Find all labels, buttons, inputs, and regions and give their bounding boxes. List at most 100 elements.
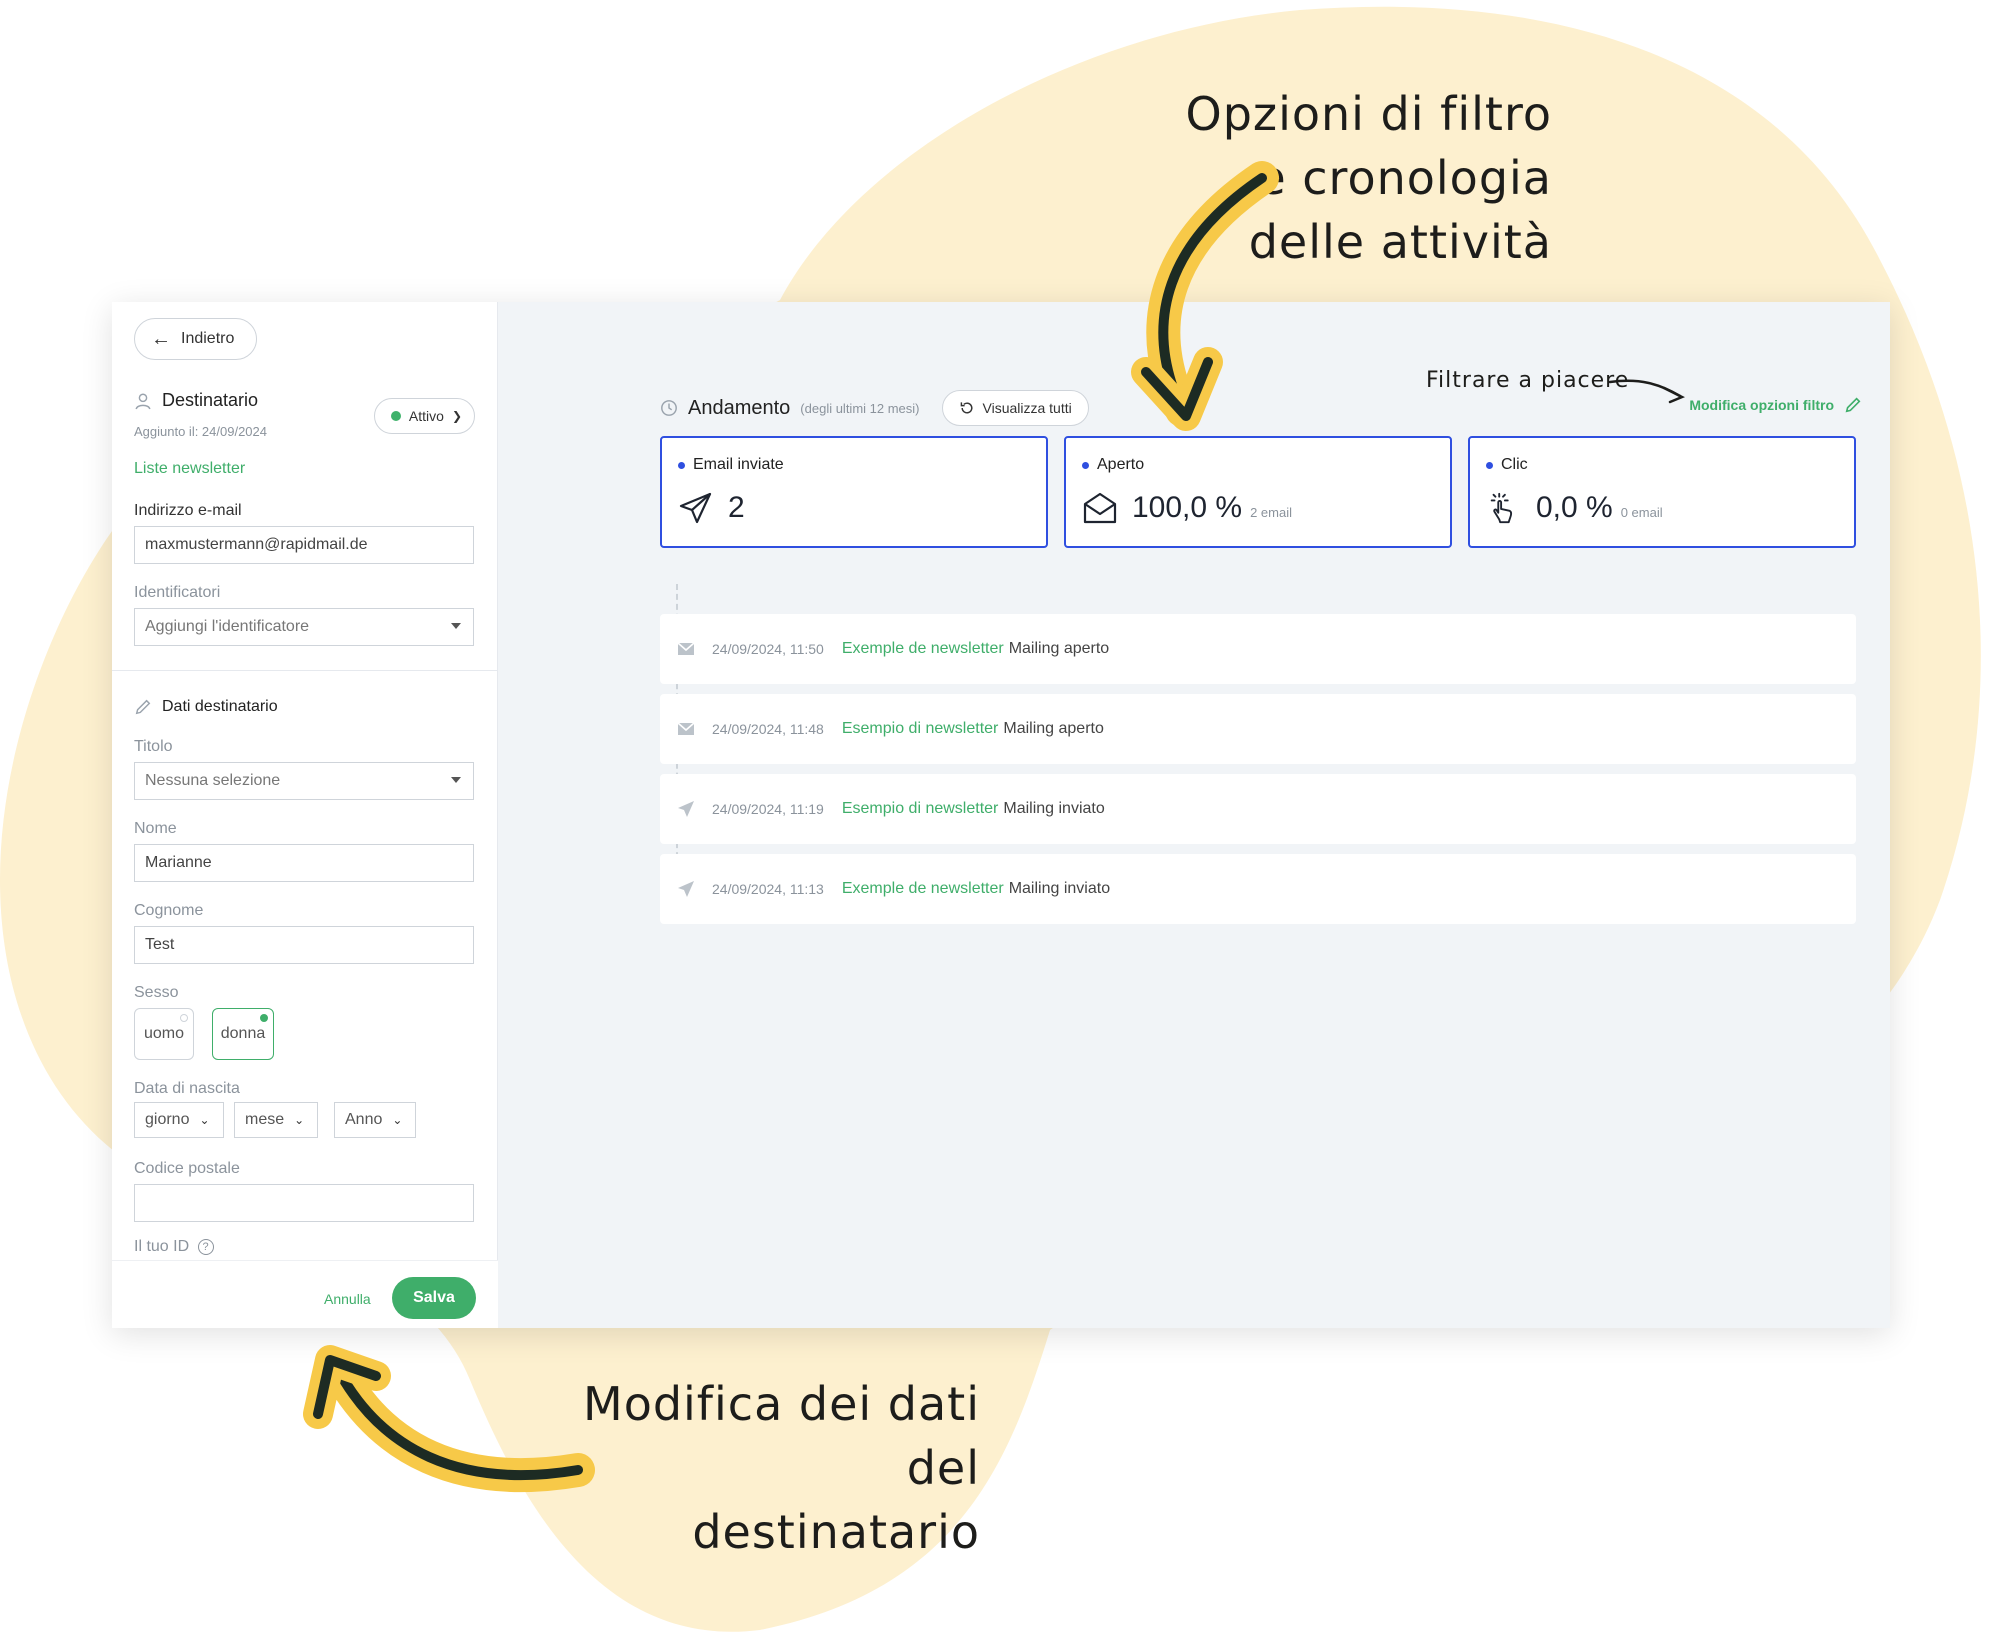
- gender-option-label: uomo: [143, 1025, 185, 1042]
- recipient-data-title: Dati destinatario: [134, 698, 278, 716]
- stat-body: 2: [678, 490, 753, 526]
- last-name-label: Cognome: [134, 902, 204, 919]
- birth-day-value: giorno: [145, 1111, 190, 1128]
- newsletter-link[interactable]: Exemple de newsletter: [842, 640, 1004, 658]
- activity-action: Mailing inviato: [1008, 880, 1111, 897]
- recipient-data-title-text: Dati destinatario: [162, 698, 278, 715]
- activity-action: Mailing inviato: [1003, 800, 1105, 817]
- activity-action: Mailing aperto: [1003, 720, 1104, 737]
- performance-header: Andamento (degli ultimi 12 mesi) Visuali…: [660, 390, 1089, 426]
- first-name-field[interactable]: Marianne: [134, 844, 474, 882]
- status-label: Attivo: [408, 408, 444, 424]
- edit-annotation-line: destinatario: [692, 1505, 980, 1559]
- stat-label: Aperto: [1082, 456, 1144, 474]
- birth-month-select[interactable]: mese ⌄: [234, 1102, 318, 1138]
- caret-down-icon: [451, 623, 461, 629]
- newsletter-link[interactable]: Exemple de newsletter: [842, 880, 1004, 898]
- envelope-icon: [676, 639, 696, 659]
- newsletter-lists-link[interactable]: Liste newsletter: [134, 460, 245, 478]
- identifiers-select[interactable]: Aggiungi l'identificatore: [134, 608, 474, 646]
- stat-card-opened: Aperto 100,0 % 2 email: [1064, 436, 1452, 548]
- help-icon[interactable]: ?: [197, 1238, 214, 1255]
- paper-plane-icon: [678, 490, 714, 526]
- stat-extra: 0 email: [1620, 504, 1663, 520]
- stat-extra: 2 email: [1250, 504, 1293, 520]
- chevron-down-icon: ⌄: [392, 1113, 403, 1127]
- stat-body: 0,0 % 0 email: [1486, 490, 1663, 526]
- edit-filter-options-link[interactable]: Modifica opzioni filtro: [1689, 396, 1862, 414]
- email-field[interactable]: maxmustermann@rapidmail.de: [134, 526, 474, 564]
- section-divider: [112, 670, 498, 671]
- email-label: Indirizzo e-mail: [134, 502, 242, 519]
- recipient-title: Destinatario: [134, 390, 258, 411]
- zip-label: Codice postale: [134, 1160, 240, 1177]
- sidebar-footer: Annulla Salva: [112, 1260, 498, 1328]
- your-id-label: Il tuo ID ?: [134, 1238, 214, 1256]
- radio-indicator: [260, 1014, 268, 1022]
- view-all-button[interactable]: Visualizza tutti: [941, 390, 1089, 426]
- birth-month-value: mese: [245, 1111, 285, 1128]
- clock-icon: [660, 399, 678, 417]
- first-name-value: Marianne: [145, 854, 212, 871]
- envelope-open-icon: [1082, 490, 1118, 526]
- first-name-label: Nome: [134, 820, 177, 837]
- gender-option-uomo[interactable]: uomo: [134, 1008, 194, 1060]
- gender-option-donna[interactable]: donna: [212, 1008, 274, 1060]
- title-select[interactable]: Nessuna selezione: [134, 762, 474, 800]
- filter-annotation: Opzioni di filtro e cronologia delle att…: [1092, 82, 1552, 274]
- refresh-icon: [959, 400, 975, 416]
- stat-dot: [678, 461, 685, 469]
- stat-value: 100,0 %: [1132, 491, 1243, 524]
- activity-row[interactable]: 24/09/2024, 11:19 Esempio di newsletter …: [660, 774, 1856, 844]
- paper-plane-icon: [676, 799, 696, 819]
- pencil-icon: [1844, 396, 1862, 414]
- envelope-icon: [676, 719, 696, 739]
- stat-label-text: Email inviate: [693, 456, 784, 473]
- status-dot: [390, 411, 401, 421]
- stat-label: Clic: [1486, 456, 1528, 474]
- cancel-button[interactable]: Annulla: [324, 1291, 371, 1307]
- recipient-sidebar: ← Indietro Destinatario Aggiunto il: 24/…: [112, 302, 498, 1328]
- birth-day-select[interactable]: giorno ⌄: [134, 1102, 224, 1138]
- activity-row[interactable]: 24/09/2024, 11:48 Esempio di newsletter …: [660, 694, 1856, 764]
- activity-row[interactable]: 24/09/2024, 11:50 Exemple de newsletter …: [660, 614, 1856, 684]
- app-window: ← Indietro Destinatario Aggiunto il: 24/…: [112, 302, 1890, 1328]
- stat-value: 2: [728, 491, 745, 524]
- stat-body: 100,0 % 2 email: [1082, 490, 1292, 526]
- stat-card-clicks: Clic 0,0 % 0 email: [1468, 436, 1856, 548]
- edit-filter-options-label: Modifica opzioni filtro: [1689, 397, 1834, 413]
- edit-annotation: Modifica dei dati del destinatario: [520, 1372, 980, 1564]
- activity-action: Mailing aperto: [1008, 640, 1110, 657]
- added-date: Aggiunto il: 24/09/2024: [134, 424, 267, 439]
- activity-row[interactable]: 24/09/2024, 11:13 Exemple de newsletter …: [660, 854, 1856, 924]
- stat-label-text: Aperto: [1097, 456, 1145, 473]
- filter-small-annotation: Filtrare a piacere: [1426, 368, 1630, 393]
- stat-value: 0,0 %: [1536, 491, 1613, 524]
- birth-date-label: Data di nascita: [134, 1080, 240, 1097]
- chevron-down-icon: ⌄: [199, 1113, 210, 1127]
- stat-label: Email inviate: [678, 456, 784, 474]
- status-dropdown[interactable]: Attivo ❯: [373, 398, 475, 434]
- back-button[interactable]: ← Indietro: [134, 318, 258, 360]
- stat-card-sent: Email inviate 2: [660, 436, 1048, 548]
- save-button[interactable]: Salva: [392, 1277, 476, 1319]
- birth-year-value: Anno: [345, 1111, 383, 1128]
- activity-panel: Andamento (degli ultimi 12 mesi) Visuali…: [498, 302, 1890, 1328]
- birth-year-select[interactable]: Anno ⌄: [334, 1102, 416, 1138]
- activity-time: 24/09/2024, 11:48: [712, 721, 824, 737]
- email-value: maxmustermann@rapidmail.de: [145, 536, 368, 553]
- activity-time: 24/09/2024, 11:50: [712, 641, 824, 657]
- filter-annotation-line: delle attività: [1248, 215, 1552, 269]
- caret-down-icon: [451, 777, 461, 783]
- stat-dot: [1486, 461, 1493, 469]
- newsletter-link[interactable]: Esempio di newsletter: [842, 720, 999, 738]
- edit-annotation-line: Modifica dei dati del: [583, 1377, 980, 1495]
- filter-annotation-line: e cronologia: [1257, 151, 1552, 205]
- zip-field[interactable]: [134, 1184, 474, 1222]
- radio-indicator: [180, 1014, 188, 1022]
- identifiers-placeholder: Aggiungi l'identificatore: [145, 618, 310, 635]
- newsletter-link[interactable]: Esempio di newsletter: [842, 800, 999, 818]
- chevron-down-icon: ❯: [451, 409, 462, 423]
- last-name-field[interactable]: Test: [134, 926, 474, 964]
- chevron-down-icon: ⌄: [294, 1113, 305, 1127]
